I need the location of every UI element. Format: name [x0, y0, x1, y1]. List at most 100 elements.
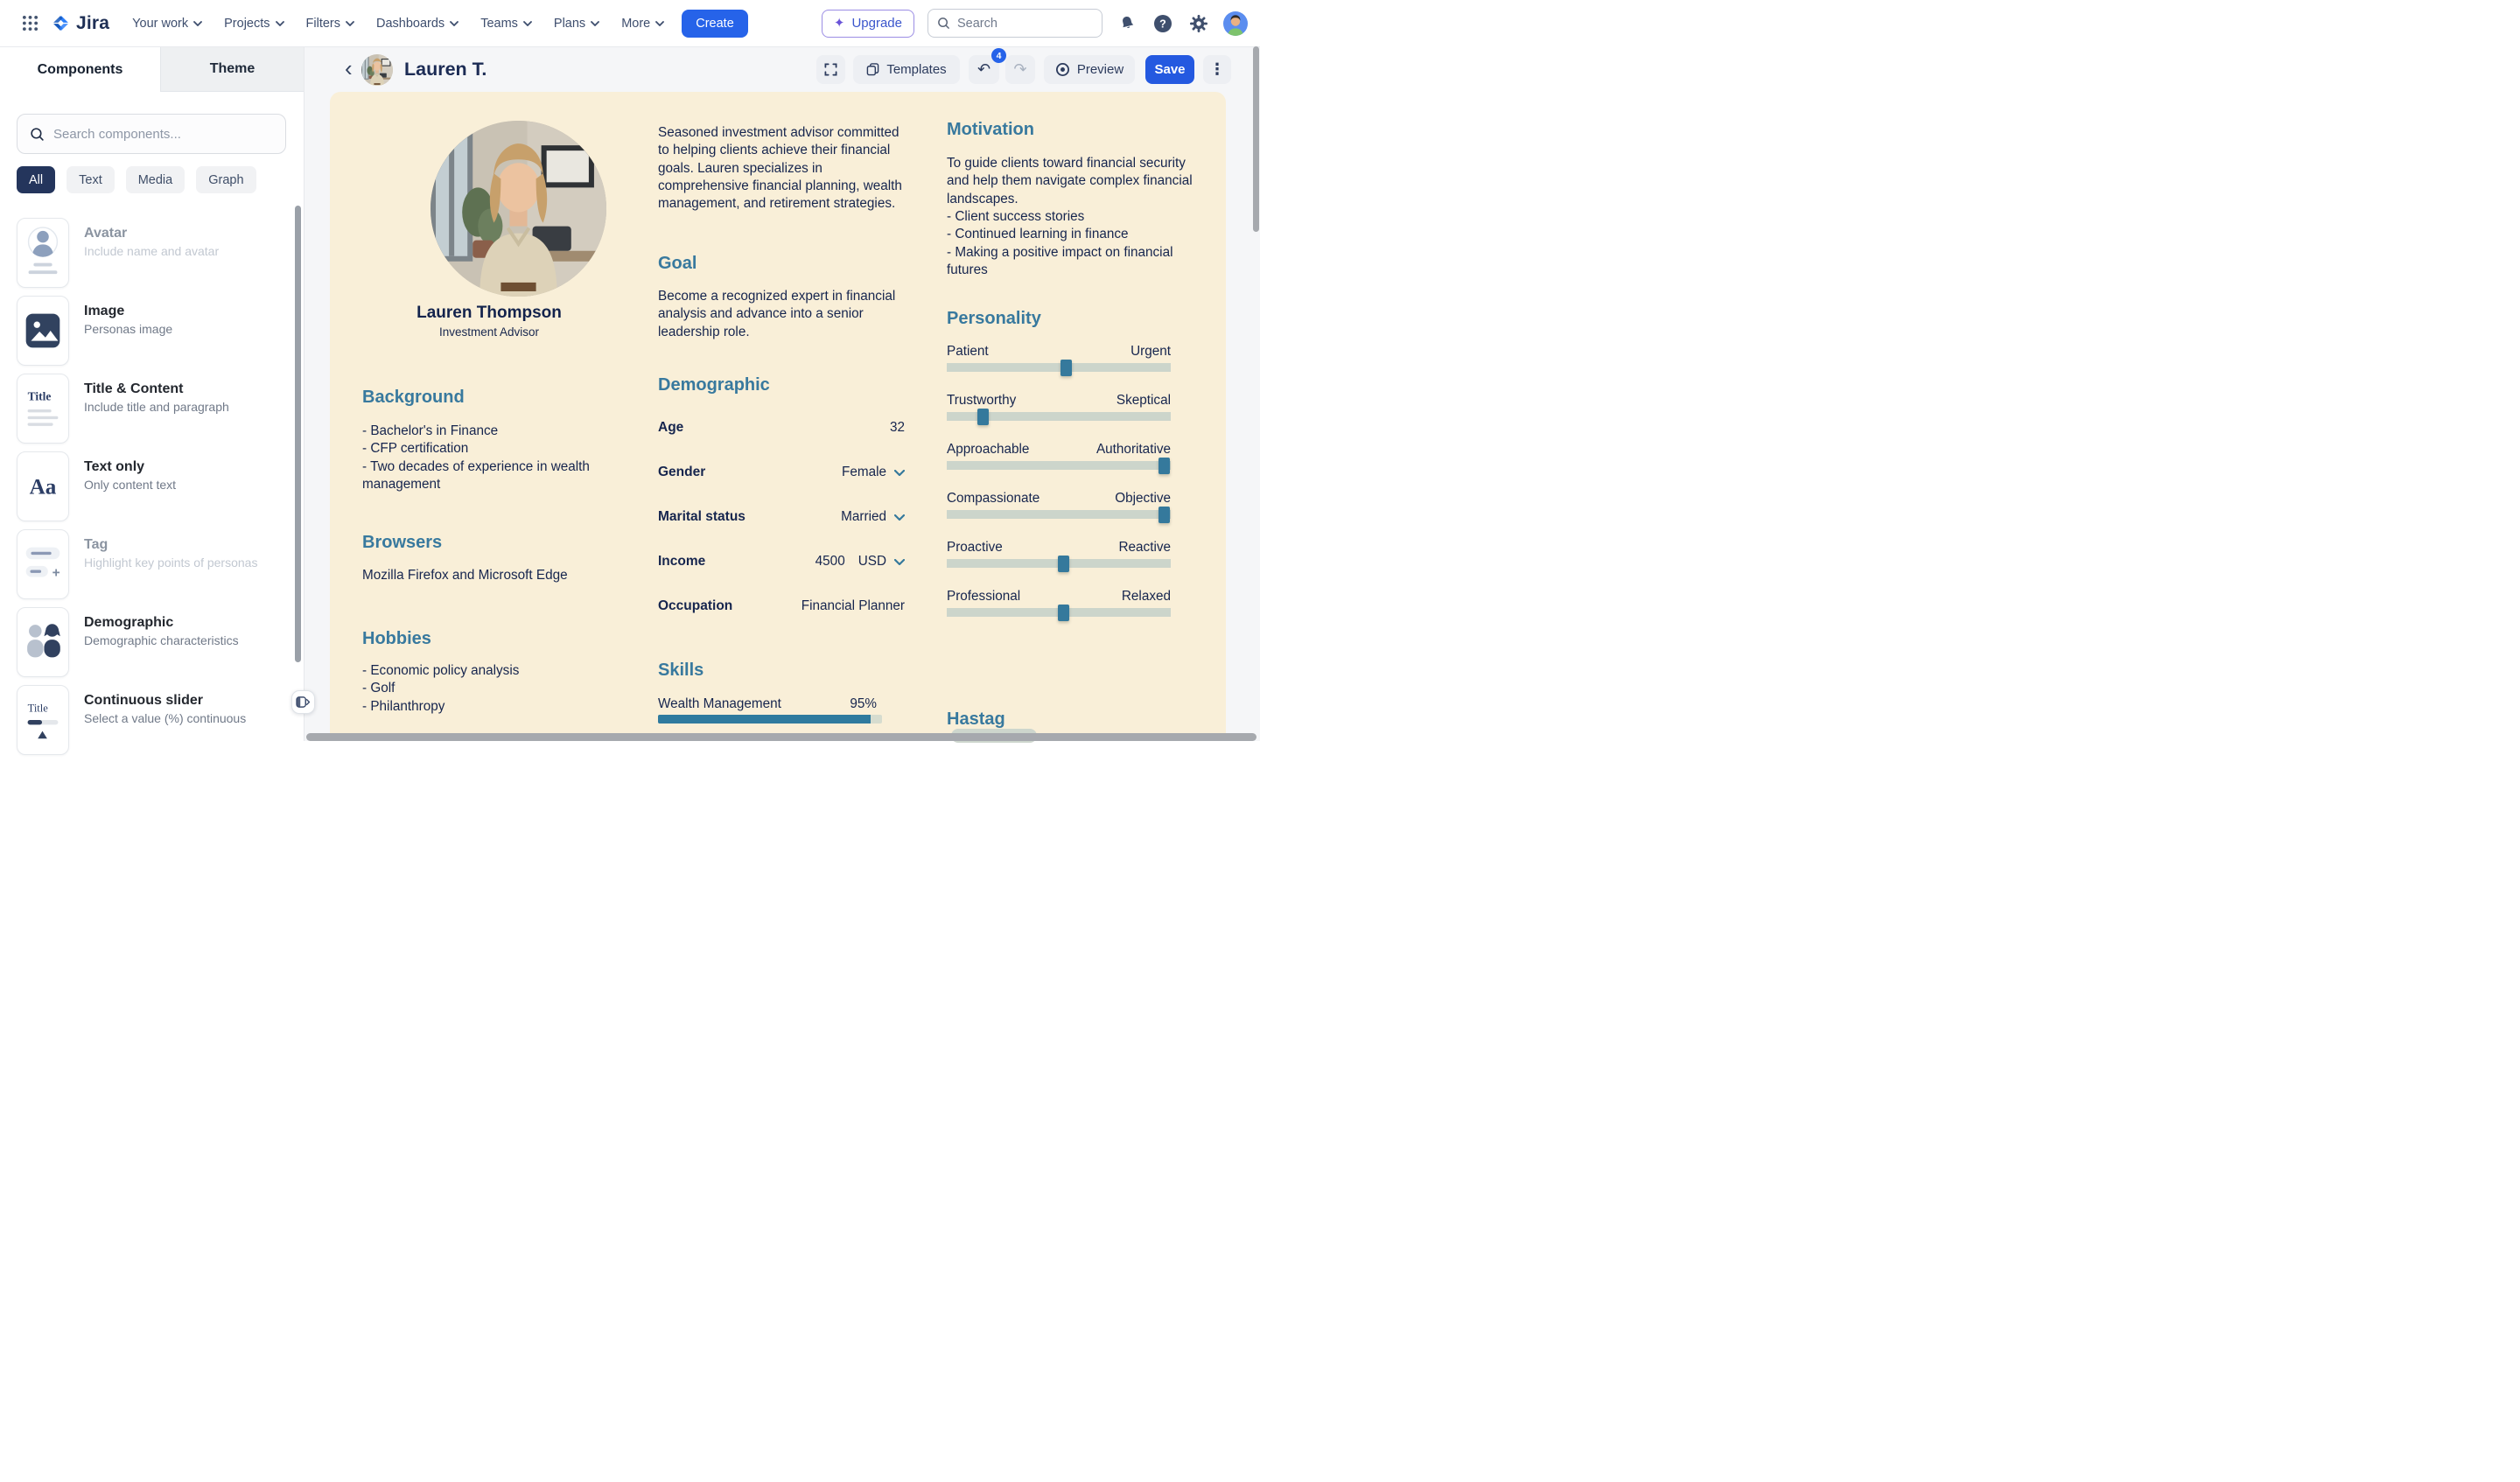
menu-dashboards[interactable]: Dashboards — [376, 17, 458, 31]
menu-more[interactable]: More — [621, 17, 664, 31]
create-button[interactable]: Create — [682, 10, 748, 38]
settings-button[interactable] — [1187, 12, 1210, 35]
slider-right-label: Relaxed — [1122, 589, 1171, 605]
personality-slider-professional-relaxed[interactable] — [947, 608, 1171, 617]
personality-labels-patient-urgent: Patient Urgent — [947, 344, 1171, 360]
skill-progress-bar[interactable] — [658, 715, 882, 724]
slider-right-label: Objective — [1115, 491, 1171, 507]
jira-logo[interactable]: Jira — [51, 13, 109, 34]
user-avatar[interactable] — [1223, 11, 1248, 36]
age-value[interactable]: 32 — [890, 420, 905, 436]
tab-components[interactable]: Components — [0, 47, 160, 92]
browsers-text[interactable]: Mozilla Firefox and Microsoft Edge — [362, 567, 616, 584]
income-dropdown[interactable]: 4500 USD — [816, 554, 905, 570]
component-item-avatar[interactable]: Avatar Include name and avatar — [17, 218, 284, 288]
personality-heading: Personality — [947, 309, 1041, 329]
primary-nav: Your work Projects Filters Dashboards Te… — [132, 17, 664, 31]
fullscreen-button[interactable] — [816, 55, 845, 84]
marital-status-dropdown[interactable]: Married — [841, 509, 905, 525]
row-label: Gender — [658, 465, 705, 480]
filter-text[interactable]: Text — [66, 166, 115, 193]
image-card-icon — [17, 296, 69, 366]
more-options-button[interactable]: ⋮ — [1203, 55, 1231, 84]
personality-slider-proactive-reactive[interactable] — [947, 559, 1171, 568]
components-search-input[interactable] — [53, 127, 255, 142]
occupation-value[interactable]: Financial Planner — [802, 598, 905, 614]
component-title: Demographic — [84, 615, 239, 631]
component-item-image[interactable]: Image Personas image — [17, 296, 284, 366]
slider-handle[interactable] — [1158, 507, 1170, 523]
goal-text[interactable]: Become a recognized expert in financial … — [658, 288, 906, 341]
component-item-demographic[interactable]: Demographic Demographic characteristics — [17, 607, 284, 677]
menu-filters[interactable]: Filters — [306, 17, 354, 31]
main-horizontal-scrollbar[interactable] — [306, 733, 1256, 741]
background-item: - Bachelor's in Finance — [362, 423, 616, 440]
slider-handle[interactable] — [1060, 360, 1072, 376]
component-description: Select a value (%) continuous — [84, 711, 246, 727]
menu-your-work[interactable]: Your work — [132, 17, 202, 31]
filter-graph[interactable]: Graph — [196, 166, 256, 193]
slider-handle[interactable] — [1058, 605, 1069, 621]
menu-label: Teams — [480, 17, 518, 31]
app-switcher-button[interactable] — [18, 11, 42, 36]
filter-media[interactable]: Media — [126, 166, 186, 193]
upgrade-button[interactable]: ✦ Upgrade — [822, 10, 914, 38]
hobbies-list[interactable]: - Economic policy analysis - Golf - Phil… — [362, 662, 616, 716]
chevron-down-icon — [894, 470, 905, 476]
component-title: Title & Content — [84, 381, 229, 397]
persona-thumbnail[interactable] — [361, 54, 393, 86]
filter-all[interactable]: All — [17, 166, 55, 193]
background-list[interactable]: - Bachelor's in Finance - CFP certificat… — [362, 423, 616, 493]
help-button[interactable]: ? — [1152, 12, 1174, 35]
undo-count-badge: 4 — [991, 48, 1006, 63]
sidebar-scrollbar[interactable] — [295, 206, 301, 662]
personality-slider-trustworthy-skeptical[interactable] — [947, 412, 1171, 421]
personality-slider-compassionate-objective[interactable] — [947, 510, 1171, 519]
slider-handle[interactable] — [1058, 556, 1069, 572]
demographic-heading: Demographic — [658, 375, 770, 395]
income-amount[interactable]: 4500 — [816, 554, 845, 570]
income-currency[interactable]: USD — [858, 554, 886, 570]
menu-projects[interactable]: Projects — [224, 17, 284, 31]
back-button[interactable]: ‹ — [340, 54, 358, 83]
tab-theme[interactable]: Theme — [160, 47, 304, 92]
component-item-tag[interactable]: + Tag Highlight key points of personas — [17, 529, 284, 599]
menu-label: Projects — [224, 17, 270, 31]
slider-handle[interactable] — [1158, 458, 1170, 474]
collapse-sidebar-button[interactable] — [291, 690, 315, 714]
background-item: - CFP certification — [362, 440, 616, 458]
save-button[interactable]: Save — [1145, 55, 1194, 84]
persona-role[interactable]: Investment Advisor — [362, 325, 616, 339]
personality-slider-approachable-authoritative[interactable] — [947, 461, 1171, 470]
about-text[interactable]: Seasoned investment advisor committed to… — [658, 124, 906, 213]
persona-name[interactable]: Lauren Thompson — [362, 304, 616, 323]
notifications-button[interactable] — [1116, 12, 1138, 35]
global-search-input[interactable] — [957, 17, 1088, 31]
slider-right-label: Reactive — [1118, 540, 1171, 556]
main-vertical-scrollbar[interactable] — [1253, 46, 1259, 232]
component-item-continuous-slider[interactable]: Title Continuous slider Select a value (… — [17, 685, 284, 755]
gender-dropdown[interactable]: Female — [842, 465, 905, 480]
templates-button[interactable]: Templates — [853, 55, 960, 84]
slider-left-label: Approachable — [947, 442, 1029, 458]
menu-plans[interactable]: Plans — [554, 17, 599, 31]
svg-text:+: + — [52, 566, 60, 581]
preview-button[interactable]: Preview — [1044, 55, 1135, 84]
redo-button[interactable]: ↷ — [1005, 55, 1035, 84]
persona-photo[interactable] — [430, 121, 606, 297]
component-item-text-only[interactable]: Aa Text only Only content text — [17, 451, 284, 521]
global-search[interactable] — [928, 9, 1102, 38]
skill-progress-fill — [658, 715, 871, 724]
hastag-heading: Hastag — [947, 710, 1005, 730]
hobby-item: - Golf — [362, 680, 616, 697]
components-search[interactable] — [17, 114, 286, 154]
slider-handle[interactable] — [977, 409, 989, 425]
topbar: Jira Your work Projects Filters Dashboar… — [0, 0, 1260, 47]
demographic-row-occupation: Occupation Financial Planner — [658, 598, 905, 615]
background-item: - Two decades of experience in wealth ma… — [362, 458, 616, 494]
slider-right-label: Authoritative — [1096, 442, 1171, 458]
motivation-text[interactable]: To guide clients toward financial securi… — [947, 155, 1206, 279]
component-item-title-content[interactable]: Title Title & Content Include title and … — [17, 374, 284, 444]
personality-slider-patient-urgent[interactable] — [947, 363, 1171, 372]
menu-teams[interactable]: Teams — [480, 17, 532, 31]
